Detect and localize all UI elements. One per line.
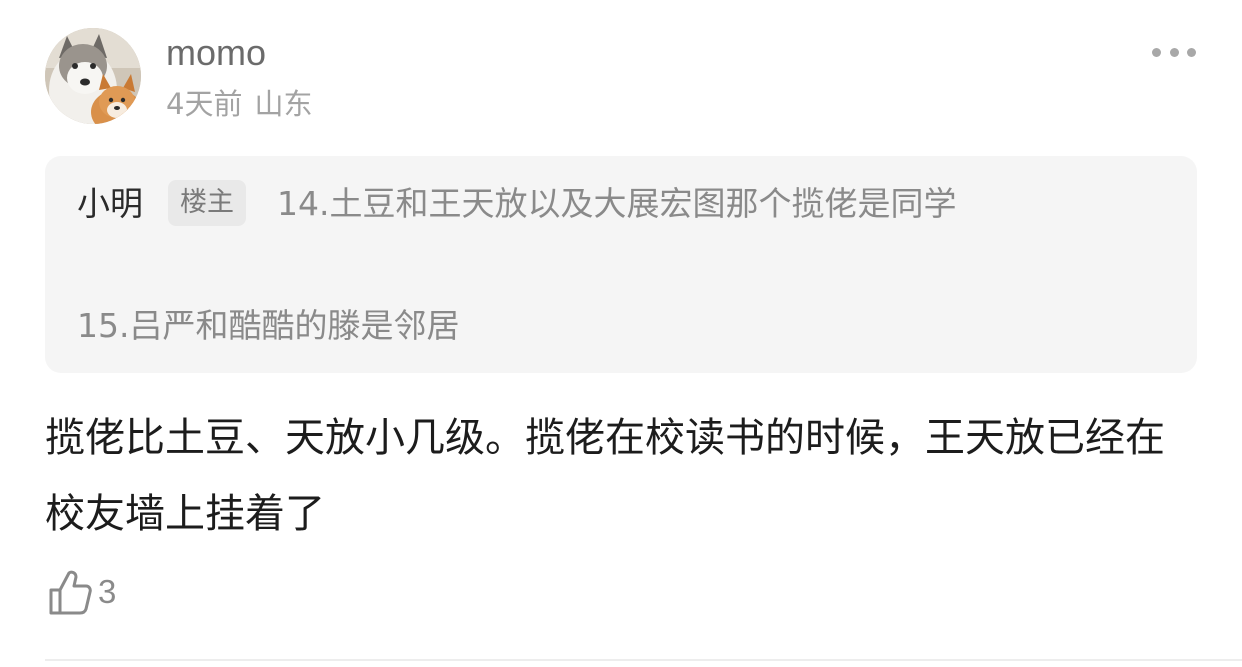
quote-text-line: 14.土豆和王天放以及大展宏图那个揽佬是同学: [277, 184, 957, 223]
comment-card: momo 4天前 山东 小明 楼主 14.土豆和王天放以及大展宏图那个揽佬是同学 …: [0, 0, 1242, 667]
quote-author[interactable]: 小明: [77, 182, 143, 226]
dog-avatar-image: [45, 28, 141, 124]
comment-meta: 4天前 山东: [166, 84, 312, 124]
quoted-reply[interactable]: 小明 楼主 14.土豆和王天放以及大展宏图那个揽佬是同学 15.吕严和酷酷的滕是…: [45, 156, 1197, 373]
thumbs-up-icon: [49, 570, 92, 615]
comment-time: 4天前: [166, 87, 243, 121]
quote-text-line: 15.吕严和酷酷的滕是邻居: [77, 306, 460, 345]
comment-text: 揽佬比土豆、天放小几级。揽佬在校读书的时候，王天放已经在校友墙上挂着了: [45, 415, 1165, 537]
username[interactable]: momo: [166, 30, 266, 76]
like-count: 3: [98, 573, 117, 610]
comment-location: 山东: [254, 87, 313, 121]
avatar[interactable]: [45, 28, 141, 124]
like-button[interactable]: 3: [48, 568, 116, 616]
divider: [45, 659, 1242, 661]
more-dots-icon[interactable]: [1152, 44, 1196, 60]
op-badge: 楼主: [168, 180, 246, 226]
